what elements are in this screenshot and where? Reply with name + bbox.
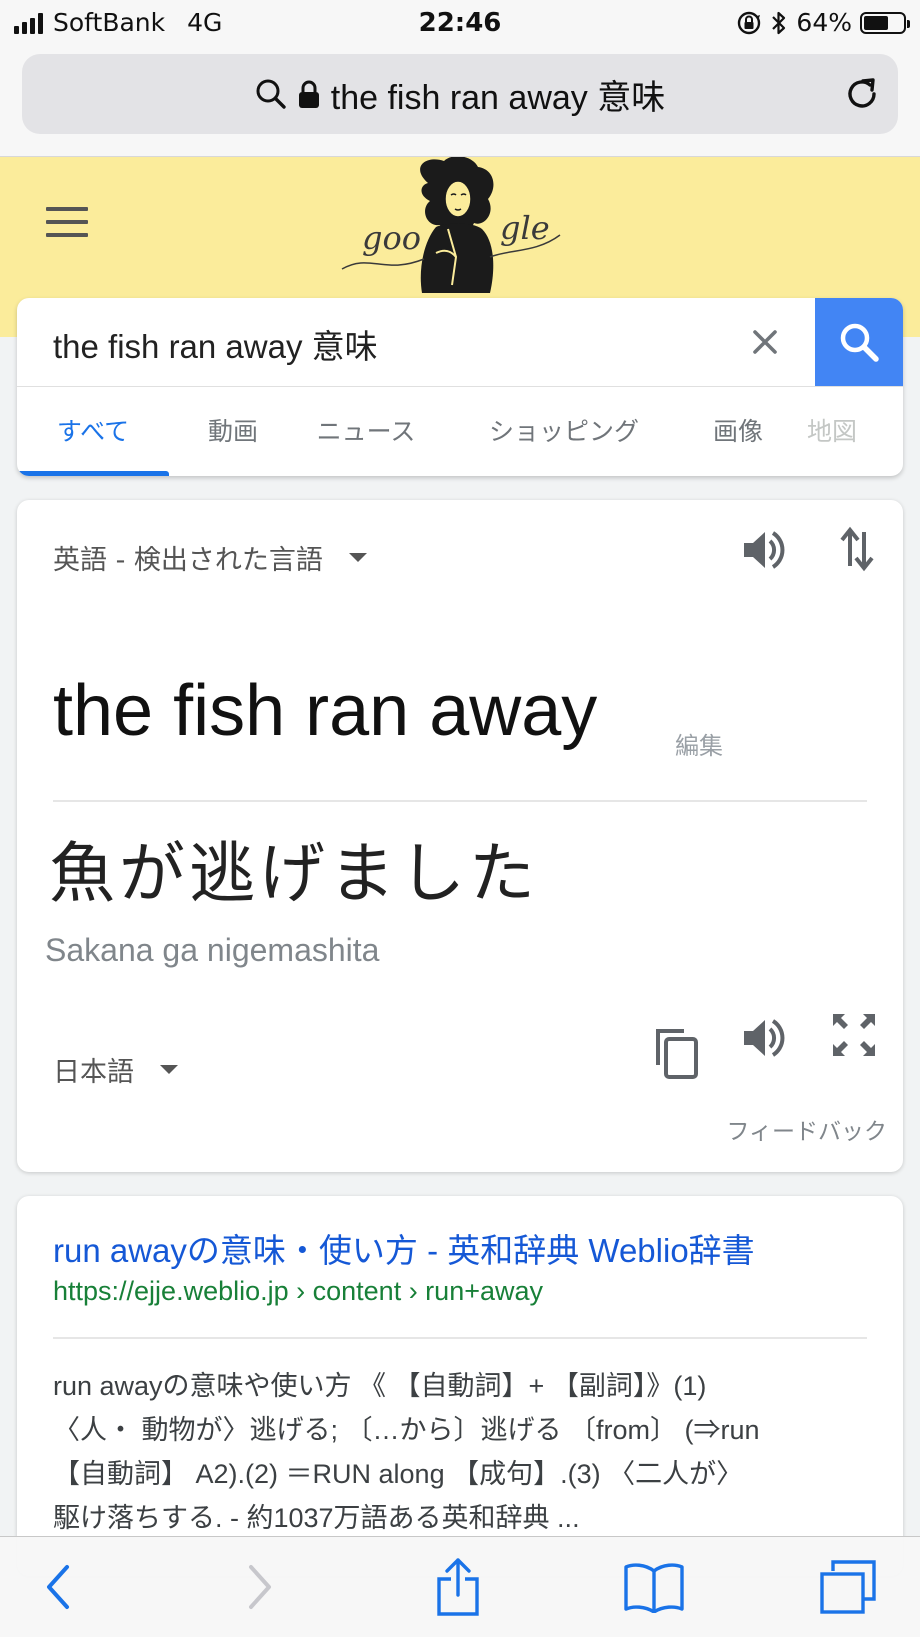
share-icon <box>437 1558 479 1616</box>
divider <box>53 1337 867 1339</box>
copy-button[interactable] <box>651 1026 701 1082</box>
speaker-icon <box>744 531 785 569</box>
search-box-card: the fish ran away 意味 すべて 動画 ニュース ショッピング … <box>17 298 903 476</box>
source-language-label: 英語 - 検出された言語 <box>53 545 323 576</box>
tab-videos[interactable]: 動画 <box>169 387 297 476</box>
tab-shopping[interactable]: ショッピング <box>461 387 667 476</box>
chevron-right-icon <box>249 1565 271 1609</box>
dropdown-caret-icon <box>348 553 367 562</box>
battery-icon <box>860 11 910 34</box>
search-row: the fish ran away 意味 <box>17 298 903 387</box>
back-button[interactable] <box>36 1557 80 1617</box>
orientation-lock-icon <box>738 11 761 34</box>
source-text: the fish ran away <box>53 671 598 751</box>
active-tab-indicator <box>17 471 169 476</box>
search-result-card: run awayの意味・使い方 - 英和辞典 Weblio辞書 https://… <box>17 1196 903 1576</box>
share-button[interactable] <box>432 1557 484 1617</box>
svg-text:goo: goo <box>362 219 421 257</box>
target-language-selector[interactable]: 日本語 <box>53 1050 178 1089</box>
chevron-left-icon <box>47 1565 69 1609</box>
translated-text: 魚が逃げました <box>49 835 539 912</box>
clear-search-button[interactable] <box>739 316 791 368</box>
forward-button[interactable] <box>238 1557 282 1617</box>
transliteration-text: Sakana ga nigemashita <box>45 932 380 968</box>
copy-icon <box>656 1029 698 1079</box>
reload-icon[interactable] <box>840 72 884 116</box>
edit-link[interactable]: 編集 <box>675 726 723 761</box>
status-right: 64% <box>736 8 910 37</box>
source-language-selector[interactable]: 英語 - 検出された言語 <box>53 538 367 577</box>
tab-news[interactable]: ニュース <box>297 387 435 476</box>
fullscreen-icon <box>833 1014 875 1056</box>
battery-fill <box>864 15 888 30</box>
search-icon <box>256 79 286 109</box>
snippet-line: 〈人・ 動物が〉逃げる; 〔…から〕逃げる 〔from〕 (⇒run <box>53 1415 760 1445</box>
fullscreen-button[interactable] <box>829 1010 879 1060</box>
search-icon <box>840 323 879 362</box>
listen-translation-button[interactable] <box>741 1014 789 1062</box>
snippet-line: run awayの意味や使い方 《 【自動詞】+ 【副詞】》(1) <box>53 1371 707 1401</box>
close-icon <box>753 330 777 354</box>
bookmarks-button[interactable] <box>622 1557 686 1617</box>
search-button[interactable] <box>815 298 903 386</box>
bluetooth-icon <box>772 11 786 34</box>
speaker-icon <box>744 1019 785 1057</box>
menu-icon[interactable] <box>46 207 88 241</box>
browser-toolbar <box>0 1536 920 1637</box>
feedback-link[interactable]: フィードバック <box>726 1112 887 1146</box>
result-title-link[interactable]: run awayの意味・使い方 - 英和辞典 Weblio辞書 <box>53 1224 755 1272</box>
target-language-label: 日本語 <box>53 1057 134 1088</box>
divider <box>53 800 867 802</box>
address-bar[interactable]: the fish ran away 意味 <box>22 54 898 134</box>
browser-top-bar: the fish ran away 意味 <box>0 46 920 157</box>
address-content[interactable]: the fish ran away 意味 <box>22 54 898 134</box>
swap-vertical-icon <box>840 526 874 572</box>
book-icon <box>624 1563 684 1613</box>
snippet-line: 駆け落ちする. - 約1037万語ある英和辞典 ... <box>53 1503 580 1533</box>
search-input[interactable]: the fish ran away 意味 <box>53 320 378 368</box>
dropdown-caret-icon <box>160 1065 178 1074</box>
result-snippet: run awayの意味や使い方 《 【自動詞】+ 【副詞】》(1) 〈人・ 動物… <box>53 1364 873 1540</box>
battery-percent: 64% <box>796 8 852 37</box>
status-bar: SoftBank 4G 22:46 64% <box>0 0 920 46</box>
search-tabs: すべて 動画 ニュース ショッピング 画像 地図 <box>17 387 903 476</box>
lock-icon <box>298 80 319 108</box>
tabs-icon <box>820 1560 876 1614</box>
svg-text:gle: gle <box>500 209 550 247</box>
google-doodle-logo[interactable]: goo gle <box>340 157 580 297</box>
tabs-button[interactable] <box>818 1557 878 1617</box>
result-url[interactable]: https://ejje.weblio.jp › content › run+a… <box>53 1276 543 1307</box>
listen-source-button[interactable] <box>741 526 789 574</box>
tab-all[interactable]: すべて <box>17 387 169 476</box>
tab-images[interactable]: 画像 <box>689 387 787 476</box>
address-text[interactable]: the fish ran away 意味 <box>331 70 665 119</box>
swap-languages-button[interactable] <box>835 524 879 574</box>
tab-maps[interactable]: 地図 <box>807 387 903 476</box>
snippet-line: 【自動詞】 A2).(2) ＝RUN along 【成句】.(3) 〈二人が〉 <box>53 1459 744 1489</box>
translation-card: 英語 - 検出された言語 the fish ran away 編集 魚が逃げまし… <box>17 500 903 1172</box>
